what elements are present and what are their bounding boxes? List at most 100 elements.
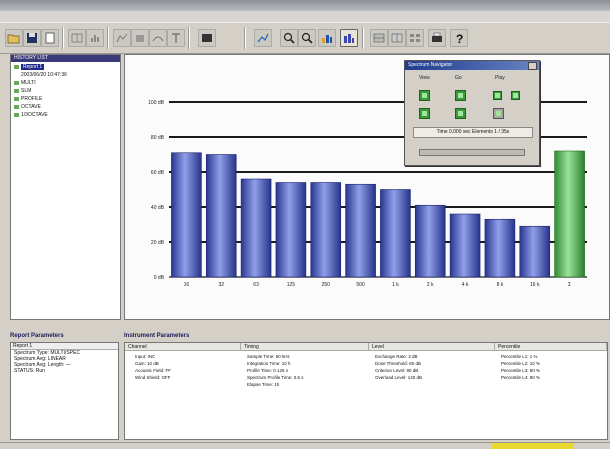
bar: [414, 204, 446, 278]
column-header-timing[interactable]: Timing: [241, 343, 369, 351]
level-cell: Dose Threshold: 80 dB: [375, 361, 421, 366]
level-cell: Overload Level: 140 dB: [375, 375, 423, 380]
tree-item-date[interactable]: 2003/06/20 10:47:36: [21, 72, 67, 78]
bar-graph-icon[interactable]: [318, 29, 336, 47]
bar: [449, 213, 481, 278]
bar: [554, 150, 585, 278]
time-slider[interactable]: [419, 149, 525, 156]
bar-icon[interactable]: [131, 29, 149, 47]
zoom-out-icon[interactable]: [298, 29, 316, 47]
percentile-cell: Percentile L2: 10 %: [501, 361, 541, 366]
spectrum-icon[interactable]: [113, 29, 131, 47]
new-document-icon[interactable]: [41, 29, 59, 47]
profile-icon[interactable]: [149, 29, 167, 47]
instrument-parameters-panel: Instrument Parameters Channel Timing Lev…: [124, 333, 608, 441]
x-tick-label: 16: [184, 282, 190, 288]
view-up-button[interactable]: [419, 90, 430, 101]
bar: [345, 183, 376, 278]
play-label: Play: [495, 75, 505, 81]
column-header-percentile[interactable]: Percentile: [495, 343, 607, 351]
bar: [484, 218, 516, 278]
x-tick-label: 250: [322, 282, 331, 288]
view-down-button[interactable]: [419, 108, 430, 119]
open-folder-icon[interactable]: [5, 29, 23, 47]
x-tick-label: 32: [218, 282, 224, 288]
report-icon: [14, 64, 19, 69]
column-header-channel[interactable]: Channel: [125, 343, 241, 351]
report-parameters-panel: Report Parameters Report 1 Spectrum Type…: [10, 333, 119, 441]
view-label: View: [419, 75, 430, 81]
zoom-in-icon[interactable]: [280, 29, 298, 47]
node-icon: [14, 104, 19, 109]
timing-cell: Sample Time: 60 kHz: [247, 354, 290, 359]
bar: [171, 152, 202, 278]
stop-button[interactable]: [493, 108, 504, 119]
tile-icon[interactable]: [406, 29, 424, 47]
column-header-level[interactable]: Level: [369, 343, 495, 351]
table-icon[interactable]: [388, 29, 406, 47]
close-icon[interactable]: [528, 62, 537, 70]
print-icon[interactable]: [428, 29, 446, 47]
go-down-button[interactable]: [455, 108, 466, 119]
node-icon: [14, 112, 19, 117]
svg-text:?: ?: [456, 32, 463, 46]
x-tick-label: 1 k: [392, 282, 399, 288]
play-forward-button[interactable]: [511, 91, 520, 100]
node-icon: [14, 88, 19, 93]
percentile-cell: Percentile L3: 50 %: [501, 368, 541, 373]
tree-item-profile[interactable]: PROFILE: [14, 96, 42, 102]
split-view-icon[interactable]: [68, 29, 86, 47]
tree-item-report[interactable]: Report 1: [14, 64, 45, 70]
grid-icon[interactable]: [370, 29, 388, 47]
bar: [205, 154, 237, 278]
history-tree-panel: HISTORY LIST Report 1 2003/06/20 10:47:3…: [10, 54, 121, 320]
text-icon[interactable]: [167, 29, 185, 47]
tree-item-multi[interactable]: MULTI: [14, 80, 36, 86]
menu-bar: [0, 11, 610, 22]
level-cell: Criterion Level: 90 dB: [375, 368, 419, 373]
y-tick-label: 0 dB: [154, 275, 165, 281]
percentile-cell: Percentile L1: 1 %: [501, 354, 538, 359]
chart-icon[interactable]: [254, 29, 272, 47]
node-icon: [14, 96, 19, 101]
x-tick-label: 2 k: [427, 282, 434, 288]
x-tick-label: Σ: [568, 282, 571, 288]
channel-cell: Gain: 10 dB: [135, 361, 159, 366]
toolbar: ?: [0, 22, 610, 54]
tree-item-third-octave[interactable]: 1/3OCTAVE: [14, 112, 48, 118]
tree-header: HISTORY LIST: [11, 55, 120, 62]
x-tick-label: 500: [356, 282, 365, 288]
bar: [380, 189, 411, 278]
instrument-parameters-title: Instrument Parameters: [124, 333, 190, 339]
status-indicator: [492, 443, 574, 449]
play-button[interactable]: [493, 91, 502, 100]
save-icon[interactable]: [23, 29, 41, 47]
channel-cell: Input: INC: [135, 354, 156, 359]
x-tick-label: 16 k: [530, 282, 540, 288]
report-line: STATUS: Run: [14, 368, 45, 374]
spectrum-navigator-window: Spectrum Navigator View Go Play Time 0.0…: [404, 60, 540, 166]
report-parameters-title: Report Parameters: [10, 333, 64, 339]
timing-cell: Integration Time: 10 h: [247, 361, 291, 366]
y-tick-label: 60 dB: [151, 170, 165, 176]
histogram-icon[interactable]: [86, 29, 104, 47]
tree-item-slm[interactable]: SLM: [14, 88, 31, 94]
help-icon[interactable]: ?: [450, 29, 468, 47]
spectrum-selected-icon[interactable]: [340, 29, 358, 47]
report-header: Report 1: [11, 343, 118, 350]
go-up-button[interactable]: [455, 90, 466, 101]
node-icon: [14, 80, 19, 85]
x-tick-label: 8 k: [497, 282, 504, 288]
bar: [240, 178, 272, 278]
timing-cell: Spectrum Profile Time: 0.5 s: [247, 375, 304, 380]
monitor-icon[interactable]: [198, 29, 216, 47]
tree-item-octave[interactable]: OCTAVE: [14, 104, 41, 110]
x-tick-label: 63: [253, 282, 259, 288]
y-tick-label: 80 dB: [151, 135, 165, 141]
percentile-cell: Percentile L4: 90 %: [501, 375, 541, 380]
channel-cell: Wind Shield: OFF: [135, 375, 171, 380]
level-cell: Exchange Rate: 3 dB: [375, 354, 418, 359]
timing-cell: Elapse Time: 1h: [247, 382, 280, 387]
channel-cell: Acoustic Field: FF: [135, 368, 172, 373]
timing-cell: Profile Time: 0.125 s: [247, 368, 289, 373]
